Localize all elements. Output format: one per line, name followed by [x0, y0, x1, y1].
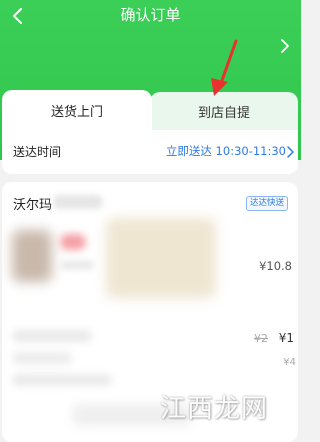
watermark-logo: 江西龙网 — [160, 382, 300, 428]
fee-row-label-redacted — [12, 352, 72, 364]
tab-home-delivery-label: 送货上门 — [50, 104, 103, 120]
annotation-arrow-icon — [211, 39, 238, 96]
product-tag-redacted — [60, 234, 86, 250]
chevron-right-icon — [287, 146, 294, 158]
product-price: ¥10.8 — [259, 259, 292, 273]
delivery-time-row[interactable]: 送达时间 立即送达 10:30-11:30 — [2, 130, 298, 174]
delivery-time-value[interactable]: 立即送达 10:30-11:30 — [166, 143, 286, 159]
delivery-badge: 达达快送 — [245, 196, 288, 211]
store-name: 沃尔玛 — [13, 198, 53, 213]
current-price: ¥1 — [278, 331, 294, 345]
product-image-redacted-large — [106, 218, 216, 298]
address-chevron-icon[interactable] — [279, 38, 291, 54]
product-image-redacted — [12, 230, 52, 282]
fee-row-label-redacted — [12, 374, 112, 386]
tab-home-delivery[interactable]: 送货上门 — [2, 90, 152, 130]
fee-row-label-redacted — [12, 330, 92, 342]
delivery-time-label: 送达时间 — [13, 145, 62, 159]
watermark-text: 江西龙网 — [160, 394, 269, 424]
partial-price: ¥4 — [283, 357, 296, 368]
page-title: 确认订单 — [120, 6, 181, 24]
original-price: ¥2 — [254, 332, 268, 345]
store-name-redacted — [53, 195, 103, 209]
product-text-redacted — [60, 260, 94, 270]
